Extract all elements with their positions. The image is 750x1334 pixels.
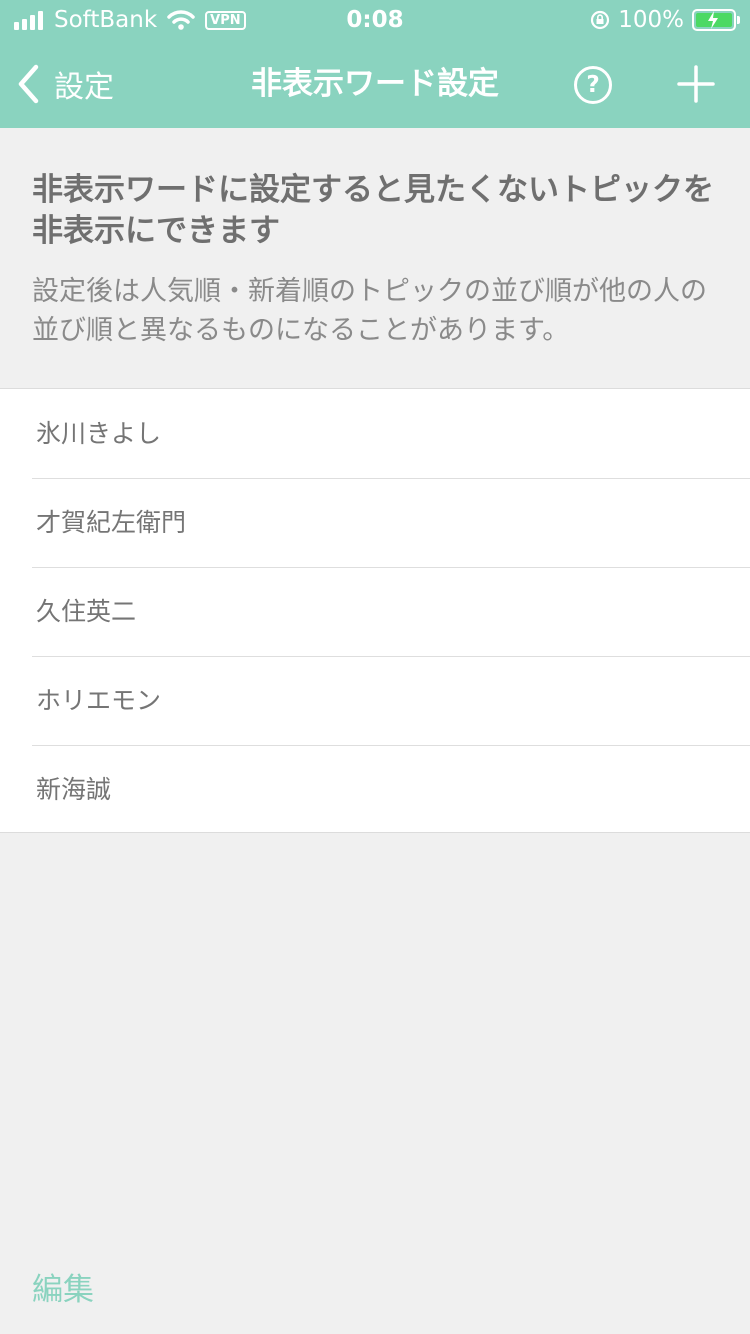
list-item[interactable]: 久住英二 — [0, 567, 750, 656]
battery-percent: 100% — [618, 7, 684, 33]
chevron-left-icon — [18, 64, 39, 104]
back-button[interactable]: 設定 — [16, 60, 114, 108]
list-item[interactable]: 氷川きよし — [0, 389, 750, 478]
plus-icon[interactable] — [676, 64, 716, 104]
status-right: 100% — [590, 6, 740, 34]
intro-description: 設定後は人気順・新着順のトピックの並び順が他の人の並び順と異なるものになることが… — [32, 276, 707, 346]
back-label: 設定 — [54, 70, 114, 105]
intro-heading: 非表示ワードに設定すると見たくないトピックを非表示にできます — [32, 172, 714, 249]
list-item[interactable]: 才賀紀左衛門 — [0, 478, 750, 567]
header: SoftBank VPN 0:08 100% 設定 非表示ワード設定 ? — [0, 0, 750, 128]
list-item[interactable]: 新海誠 — [0, 745, 750, 834]
help-button[interactable]: ? — [574, 66, 612, 104]
rotation-lock-icon — [591, 10, 610, 30]
list-item[interactable]: ホリエモン — [0, 656, 750, 745]
battery-icon — [692, 9, 740, 31]
intro-section: 非表示ワードに設定すると見たくないトピックを非表示にできます 設定後は人気順・新… — [0, 128, 750, 388]
edit-button[interactable]: 編集 — [32, 1266, 94, 1314]
page-title: 非表示ワード設定 — [251, 66, 499, 102]
status-bar: SoftBank VPN 0:08 100% — [0, 0, 750, 40]
hidden-word-list: 氷川きよし 才賀紀左衛門 久住英二 ホリエモン 新海誠 — [0, 388, 750, 833]
